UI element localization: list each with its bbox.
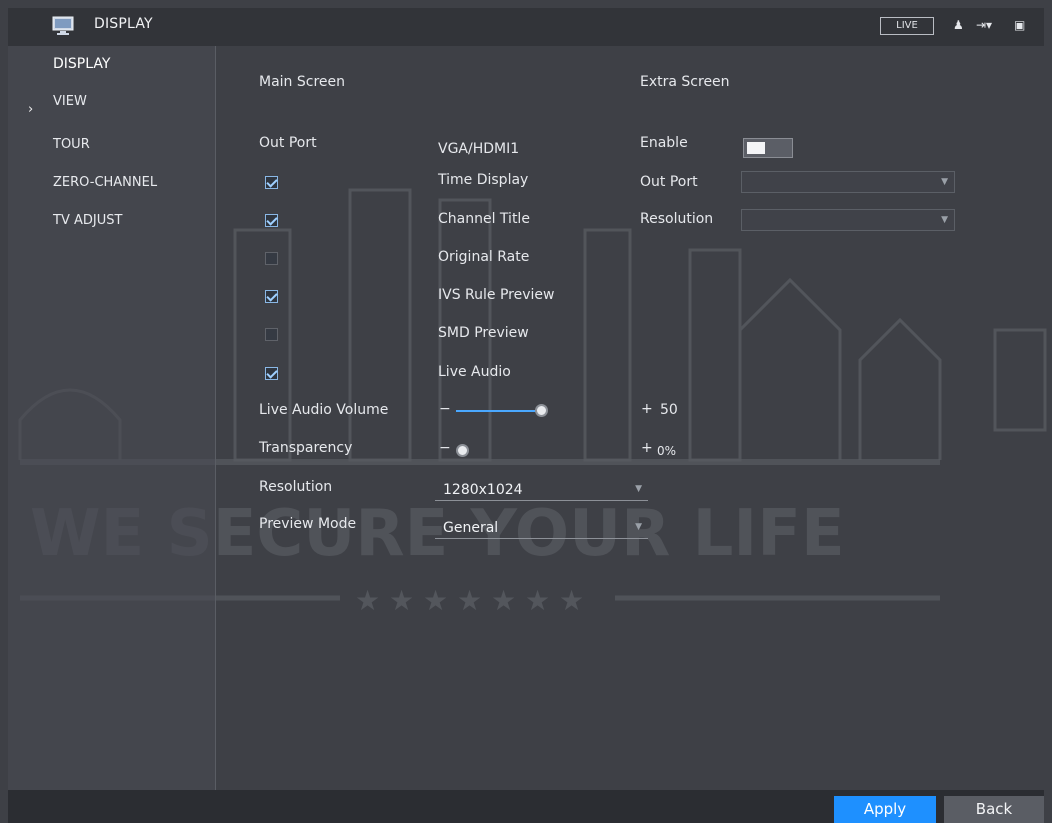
toggle-knob bbox=[747, 142, 765, 154]
live-audio-checkbox[interactable] bbox=[265, 367, 278, 380]
live-audio-label: Live Audio bbox=[438, 364, 511, 380]
chevron-down-icon: ▼ bbox=[635, 522, 642, 532]
display-icon bbox=[52, 16, 74, 35]
preview-mode-value: General bbox=[443, 520, 499, 536]
window-title: DISPLAY bbox=[94, 16, 153, 32]
title-bar: DISPLAY LIVE ♟ ⇥▾ ▣ bbox=[8, 8, 1044, 46]
out-port-label: Out Port bbox=[259, 135, 317, 151]
enable-label: Enable bbox=[640, 135, 688, 151]
fullscreen-icon[interactable]: ▣ bbox=[1014, 18, 1025, 32]
sidebar: › bbox=[8, 46, 216, 790]
out-port-value: VGA/HDMI1 bbox=[438, 141, 520, 157]
original-rate-checkbox[interactable] bbox=[265, 252, 278, 265]
sidebar-item-display[interactable]: DISPLAY bbox=[53, 56, 110, 72]
channel-title-label: Channel Title bbox=[438, 211, 530, 227]
extra-resolution-select[interactable]: ▼ bbox=[741, 209, 955, 231]
smd-preview-checkbox[interactable] bbox=[265, 328, 278, 341]
live-audio-volume-label: Live Audio Volume bbox=[259, 402, 389, 418]
resolution-value: 1280x1024 bbox=[443, 482, 523, 498]
extra-resolution-label: Resolution bbox=[640, 211, 714, 227]
chevron-down-icon: ▼ bbox=[941, 177, 948, 187]
original-rate-label: Original Rate bbox=[438, 249, 530, 265]
sidebar-item-tour[interactable]: TOUR bbox=[53, 137, 90, 152]
resolution-select[interactable]: 1280x1024 ▼ bbox=[435, 479, 648, 501]
volume-slider-knob[interactable] bbox=[535, 404, 548, 417]
volume-decrease-icon[interactable]: − bbox=[439, 401, 451, 417]
transparency-slider[interactable] bbox=[456, 444, 626, 458]
channel-title-checkbox[interactable] bbox=[265, 214, 278, 227]
apply-button[interactable]: Apply bbox=[834, 796, 936, 823]
back-button[interactable]: Back bbox=[944, 796, 1044, 823]
time-display-label: Time Display bbox=[438, 172, 529, 188]
preview-mode-label: Preview Mode bbox=[259, 516, 357, 532]
svg-text:★ ★ ★ ★ ★ ★ ★: ★ ★ ★ ★ ★ ★ ★ bbox=[355, 584, 584, 617]
resolution-label: Resolution bbox=[259, 479, 333, 495]
transparency-decrease-icon[interactable]: − bbox=[439, 440, 451, 456]
chevron-down-icon: ▼ bbox=[635, 484, 642, 494]
active-indicator-icon: › bbox=[28, 102, 34, 117]
volume-slider-fill bbox=[456, 410, 541, 412]
sidebar-item-view[interactable]: VIEW bbox=[53, 94, 87, 109]
extra-screen-enable-toggle[interactable] bbox=[743, 138, 793, 158]
sidebar-item-zero-channel[interactable]: ZERO-CHANNEL bbox=[53, 175, 157, 190]
live-button[interactable]: LIVE bbox=[880, 17, 934, 35]
smd-preview-label: SMD Preview bbox=[438, 325, 529, 341]
extra-screen-heading: Extra Screen bbox=[640, 74, 730, 90]
transparency-increase-icon[interactable]: + bbox=[641, 440, 653, 456]
user-icon[interactable]: ♟ bbox=[953, 18, 964, 32]
transparency-value: 0% bbox=[657, 444, 677, 458]
transparency-label: Transparency bbox=[259, 440, 353, 456]
live-audio-volume-value: 50 bbox=[660, 402, 678, 418]
sidebar-item-tv-adjust[interactable]: TV ADJUST bbox=[53, 213, 122, 228]
live-audio-volume-slider[interactable] bbox=[456, 404, 626, 418]
main-screen-heading: Main Screen bbox=[259, 74, 346, 90]
logout-icon[interactable]: ⇥▾ bbox=[976, 18, 992, 32]
ivs-rule-preview-label: IVS Rule Preview bbox=[438, 287, 555, 303]
time-display-checkbox[interactable] bbox=[265, 176, 278, 189]
chevron-down-icon: ▼ bbox=[941, 215, 948, 225]
preview-mode-select[interactable]: General ▼ bbox=[435, 517, 648, 539]
transparency-slider-knob[interactable] bbox=[456, 444, 469, 457]
extra-out-port-label: Out Port bbox=[640, 174, 698, 190]
volume-increase-icon[interactable]: + bbox=[641, 401, 653, 417]
extra-out-port-select[interactable]: ▼ bbox=[741, 171, 955, 193]
ivs-rule-preview-checkbox[interactable] bbox=[265, 290, 278, 303]
